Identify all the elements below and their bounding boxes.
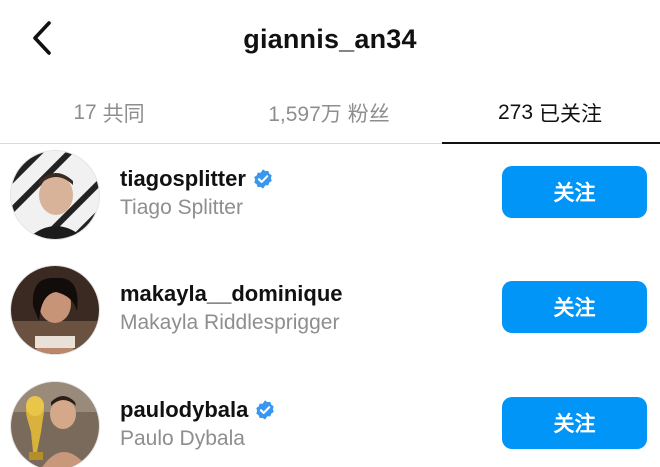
active-tab-indicator [442,142,660,144]
username-line: paulodybala [120,397,276,423]
follow-button[interactable]: 关注 [502,281,647,333]
tab-bar: 17 共同 1,597万 粉丝 273 已关注 [0,82,660,144]
tab-following[interactable]: 273 已关注 [440,82,660,144]
tab-label: 已关注 [539,103,603,126]
tab-count: 273 [497,101,534,124]
username[interactable]: paulodybala [120,397,248,423]
follow-button[interactable]: 关注 [502,397,647,449]
tab-followers[interactable]: 1,597万 粉丝 [218,82,440,144]
full-name: Makayla Riddlesprigger [120,311,340,334]
tab-count: 1,597万 [268,103,342,126]
follow-button[interactable]: 关注 [502,166,647,218]
username-line: makayla__dominique [120,281,343,307]
username-line: tiagosplitter [120,166,274,192]
verified-badge-icon [254,169,272,189]
tab-count: 17 [73,101,97,124]
username[interactable]: tiagosplitter [120,166,246,192]
avatar[interactable] [10,381,100,467]
page-title: giannis_an34 [243,24,417,54]
verified-badge-icon [256,400,275,420]
full-name: Tiago Splitter [120,196,243,219]
header: giannis_an34 [0,0,660,80]
username[interactable]: makayla__dominique [120,281,343,307]
list-item[interactable]: paulodybala Paulo Dybala 关注 [0,379,660,467]
tab-label: 粉丝 [347,103,390,126]
tab-label: 共同 [102,103,145,126]
list-item[interactable]: tiagosplitter Tiago Splitter 关注 [0,148,660,252]
tab-mutual[interactable]: 17 共同 [0,82,218,144]
list-item[interactable]: makayla__dominique Makayla Riddlesprigge… [0,263,660,367]
avatar[interactable] [10,150,100,240]
full-name: Paulo Dybala [120,427,245,450]
avatar[interactable] [10,265,100,355]
